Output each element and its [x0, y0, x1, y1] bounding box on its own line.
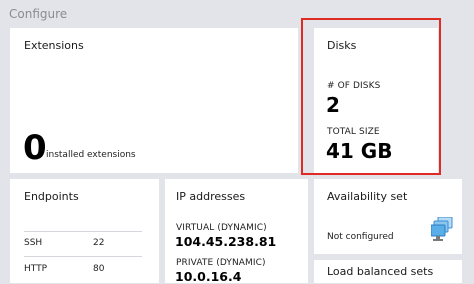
endpoint-port-ssh: 22	[93, 238, 105, 248]
endpoint-port-http: 80	[93, 264, 105, 274]
availability-set-icon	[430, 216, 453, 243]
disks-title: Disks	[327, 39, 357, 52]
disks-size-label: TOTAL SIZE	[327, 127, 380, 137]
extensions-tile[interactable]: Extensions 0 installed extensions	[10, 28, 298, 173]
disks-tile[interactable]: Disks # OF DISKS 2 TOTAL SIZE 41 GB	[314, 28, 438, 173]
private-ip-value: 10.0.16.4	[175, 269, 242, 284]
endpoints-title: Endpoints	[24, 190, 79, 203]
ip-addresses-title: IP addresses	[176, 190, 246, 203]
availability-set-status: Not configured	[327, 232, 394, 242]
load-balanced-sets-tile[interactable]: Load balanced sets	[314, 260, 462, 283]
availability-set-tile[interactable]: Availability set Not configured	[314, 179, 462, 254]
endpoints-row-divider	[24, 256, 142, 257]
endpoints-tile[interactable]: Endpoints SSH 22 HTTP 80	[10, 179, 159, 283]
endpoint-name-ssh: SSH	[24, 238, 43, 248]
endpoints-row-divider	[24, 231, 142, 232]
private-ip-label: PRIVATE (DYNAMIC)	[176, 258, 266, 268]
disks-count-label: # OF DISKS	[327, 81, 381, 91]
load-balanced-sets-title: Load balanced sets	[327, 265, 434, 278]
ip-addresses-tile[interactable]: IP addresses VIRTUAL (DYNAMIC) 104.45.23…	[165, 179, 308, 284]
virtual-ip-label: VIRTUAL (DYNAMIC)	[176, 223, 267, 233]
extensions-caption: installed extensions	[46, 150, 136, 160]
disks-size: 41 GB	[326, 139, 393, 163]
extensions-title: Extensions	[24, 39, 84, 52]
extensions-count: 0	[23, 128, 47, 168]
disks-count: 2	[326, 93, 340, 117]
section-title: Configure	[9, 7, 68, 21]
availability-set-title: Availability set	[327, 190, 408, 203]
virtual-ip-value: 104.45.238.81	[175, 234, 277, 249]
endpoint-name-http: HTTP	[24, 264, 48, 274]
